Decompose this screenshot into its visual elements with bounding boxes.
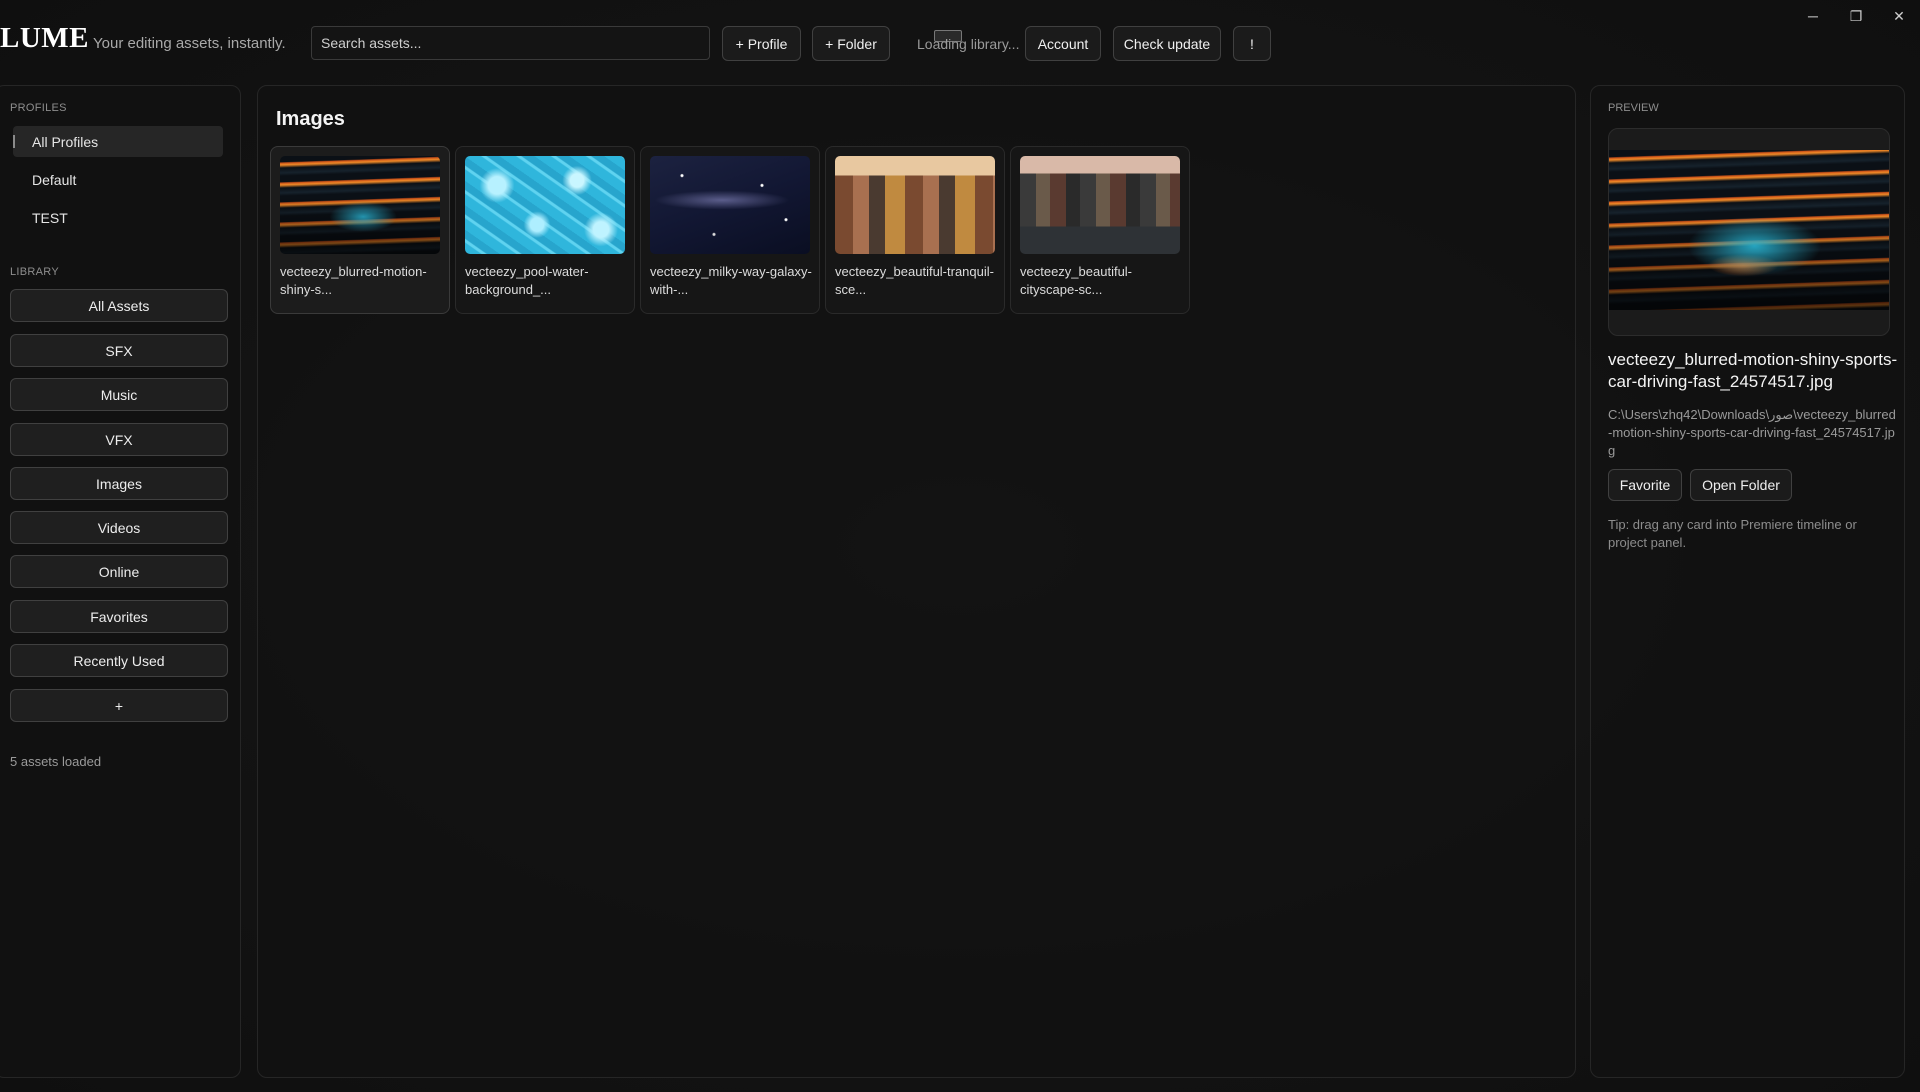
add-folder-button[interactable]: + Folder [812,26,890,61]
favorite-button[interactable]: Favorite [1608,469,1682,501]
asset-card-name: vecteezy_beautiful-cityscape-sc... [1020,264,1133,297]
asset-grid-panel: Images vecteezy_blurred-motion-shiny-s..… [257,85,1576,1078]
loading-status: Loading library... [917,36,1020,52]
alert-button[interactable]: ! [1233,26,1271,61]
app-tagline: Your editing assets, instantly. [93,35,286,52]
preview-panel: PREVIEW vecteezy_blurred-motion-shiny-sp… [1590,85,1905,1078]
asset-card[interactable]: vecteezy_blurred-motion-shiny-s... [270,146,450,314]
profiles-section-label: PROFILES [10,102,67,114]
library-favorites-button[interactable]: Favorites [10,600,228,633]
library-all-assets-button[interactable]: All Assets [10,289,228,322]
library-recently-used-button[interactable]: Recently Used [10,644,228,677]
restore-icon[interactable]: ❐ [1836,4,1876,28]
assets-count: 5 assets loaded [10,754,102,769]
sidebar: PROFILES All Profiles Default TEST LIBRA… [0,85,241,1078]
pool-water-thumbnail [465,156,625,254]
profile-item-all-profiles[interactable]: All Profiles [13,126,223,157]
profile-item-default[interactable]: Default [13,164,223,195]
asset-card-name: vecteezy_blurred-motion-shiny-s... [280,264,427,297]
asset-card[interactable]: vecteezy_milky-way-galaxy-with-... [640,146,820,314]
add-profile-button[interactable]: + Profile [722,26,801,61]
add-library-button[interactable]: + [10,689,228,722]
check-update-button[interactable]: Check update [1113,26,1221,61]
asset-card-name: vecteezy_beautiful-tranquil-sce... [835,264,994,297]
galaxy-thumbnail [650,156,810,254]
preview-filename: vecteezy_blurred-motion-shiny-sports-car… [1608,350,1898,391]
preview-file-path: C:\Users\zhq42\Downloads\صور\vecteezy_bl… [1608,407,1896,458]
close-icon[interactable]: ✕ [1879,4,1919,28]
open-folder-button[interactable]: Open Folder [1690,469,1792,501]
library-music-button[interactable]: Music [10,378,228,411]
asset-card-name: vecteezy_milky-way-galaxy-with-... [650,264,812,297]
preview-tip: Tip: drag any card into Premiere timelin… [1608,517,1857,550]
preview-image-frame [1608,128,1890,336]
asset-card[interactable]: vecteezy_pool-water-background_... [455,146,635,314]
asset-card[interactable]: vecteezy_beautiful-cityscape-sc... [1010,146,1190,314]
section-title: Images [276,108,345,130]
library-online-button[interactable]: Online [10,555,228,588]
canal-houses-thumbnail [835,156,995,254]
preview-label: PREVIEW [1608,102,1659,114]
library-images-button[interactable]: Images [10,467,228,500]
asset-card[interactable]: vecteezy_beautiful-tranquil-sce... [825,146,1005,314]
library-videos-button[interactable]: Videos [10,511,228,544]
cityscape-thumbnail [1020,156,1180,254]
account-button[interactable]: Account [1025,26,1101,61]
asset-card-name: vecteezy_pool-water-background_... [465,264,589,297]
app-logo: LUME [0,22,89,54]
library-vfx-button[interactable]: VFX [10,423,228,456]
library-section-label: LIBRARY [10,266,59,278]
profile-item-test[interactable]: TEST [13,202,223,233]
race-car-preview-image [1609,150,1889,310]
minimize-icon[interactable]: ─ [1793,4,1833,28]
top-bar: LUME Your editing assets, instantly. + P… [0,0,1920,86]
library-sfx-button[interactable]: SFX [10,334,228,367]
race-car-thumbnail [280,156,440,254]
search-input[interactable] [311,26,710,60]
